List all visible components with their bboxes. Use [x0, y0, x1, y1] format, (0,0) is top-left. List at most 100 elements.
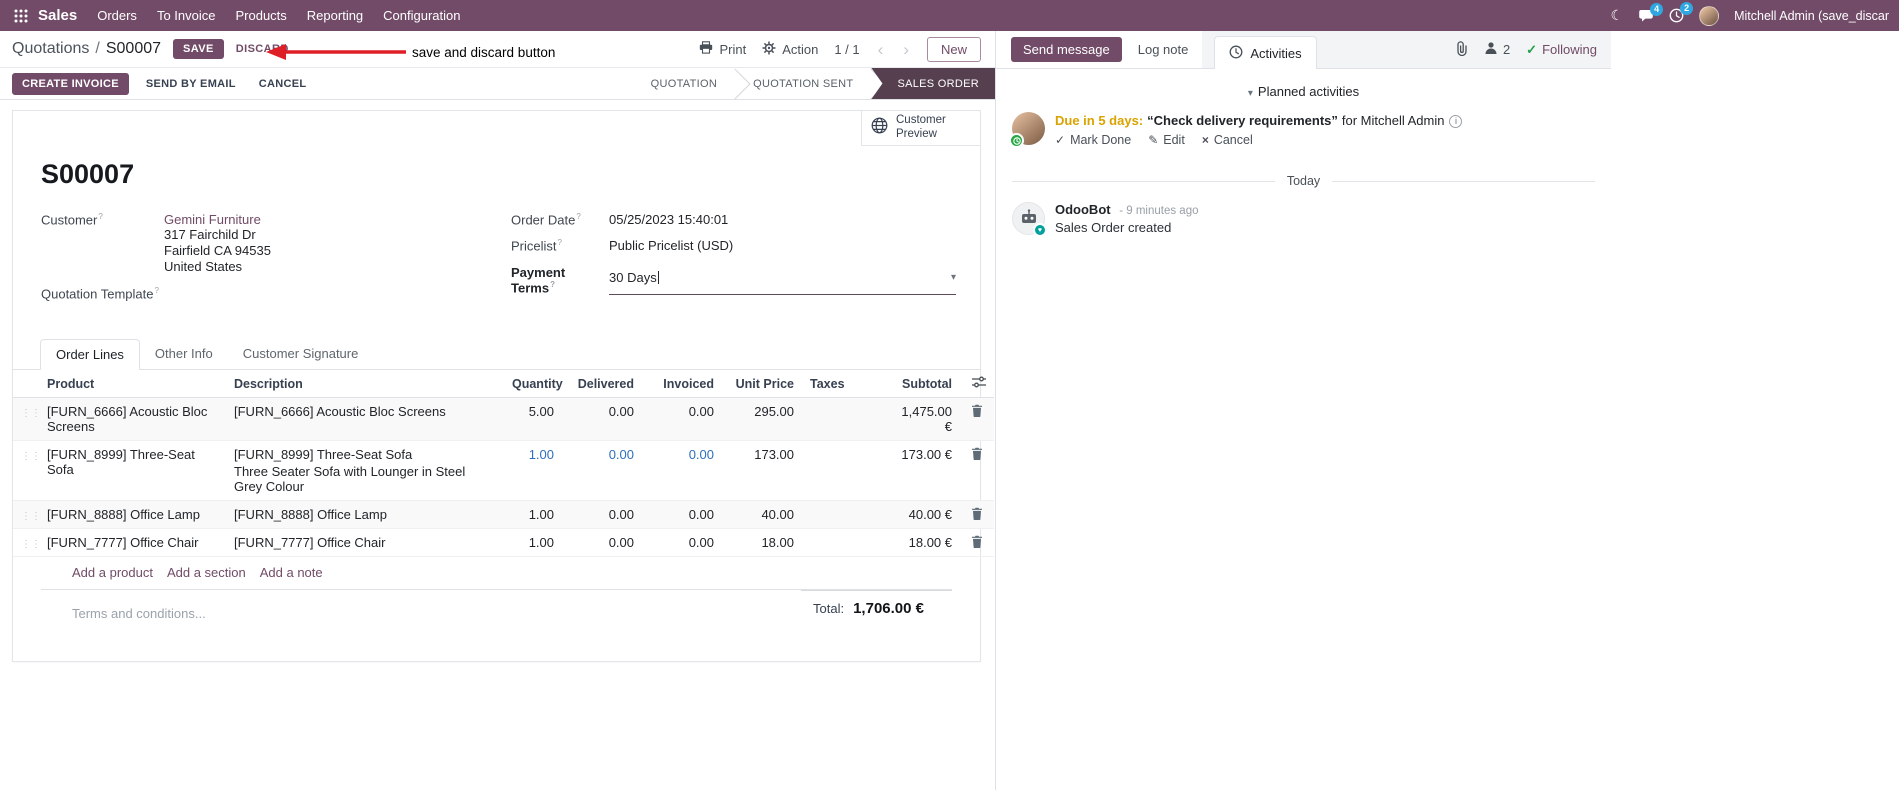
cancel-activity-button[interactable]: × Cancel — [1202, 133, 1253, 147]
menu-orders[interactable]: Orders — [87, 0, 147, 31]
app-name[interactable]: Sales — [38, 7, 77, 24]
add-a-note-link[interactable]: Add a note — [260, 565, 323, 580]
order-date-value[interactable]: 05/25/2023 15:40:01 — [609, 212, 728, 227]
pricelist-value[interactable]: Public Pricelist (USD) — [609, 238, 733, 253]
order-line-row[interactable]: ⋮⋮ [FURN_8888] Office Lamp [FURN_8888] O… — [13, 500, 994, 529]
state-quotation-sent[interactable]: QUOTATION SENT — [735, 68, 871, 99]
cell-unit-price[interactable]: 18.00 — [722, 529, 802, 557]
tab-other-info[interactable]: Other Info — [140, 339, 228, 370]
cell-invoiced[interactable]: 0.00 — [642, 529, 722, 557]
tab-order-lines[interactable]: Order Lines — [40, 339, 140, 371]
user-menu[interactable]: Mitchell Admin (save_discar — [1734, 9, 1889, 23]
delete-row-button[interactable] — [968, 507, 986, 521]
info-icon[interactable]: i — [1449, 115, 1463, 128]
apps-grid-icon[interactable] — [8, 9, 34, 23]
drag-handle-icon[interactable]: ⋮⋮ — [21, 451, 41, 462]
save-button[interactable]: SAVE — [173, 39, 224, 59]
cell-quantity[interactable]: 1.00 — [504, 529, 562, 557]
tab-activities[interactable]: Activities — [1214, 36, 1317, 69]
chatter-panel: Send message Log note Activities 2 ✓ Fol… — [995, 31, 1899, 790]
cell-invoiced[interactable]: 0.00 — [642, 501, 722, 529]
cell-unit-price[interactable]: 40.00 — [722, 501, 802, 529]
terms-and-conditions-placeholder[interactable]: Terms and conditions... — [41, 590, 206, 621]
column-settings-icon[interactable] — [960, 370, 994, 399]
pager-prev-button[interactable]: ‹ — [876, 41, 886, 58]
dropdown-caret-icon[interactable]: ▾ — [951, 272, 956, 283]
cell-quantity[interactable]: 1.00 — [504, 441, 562, 501]
cell-product[interactable]: [FURN_7777] Office Chair — [39, 529, 226, 557]
drag-handle-icon[interactable]: ⋮⋮ — [21, 408, 41, 419]
drag-handle-icon[interactable]: ⋮⋮ — [21, 511, 41, 522]
attachments-button[interactable] — [1455, 40, 1468, 59]
send-message-button[interactable]: Send message — [1011, 37, 1122, 62]
add-a-product-link[interactable]: Add a product — [72, 565, 153, 580]
cell-product[interactable]: [FURN_8999] Three-Seat Sofa — [39, 441, 226, 501]
messages-icon[interactable]: 4 — [1638, 2, 1664, 23]
activities-clock-icon[interactable]: 2 — [1669, 2, 1694, 23]
following-label: Following — [1542, 42, 1597, 57]
cell-delivered[interactable]: 0.00 — [562, 529, 642, 557]
message-timestamp: - 9 minutes ago — [1119, 205, 1199, 217]
user-avatar[interactable] — [1699, 5, 1720, 26]
cell-invoiced[interactable]: 0.00 — [642, 398, 722, 441]
order-line-row[interactable]: ⋮⋮ [FURN_6666] Acoustic Bloc Screens [FU… — [13, 397, 994, 441]
cell-taxes[interactable] — [802, 501, 884, 529]
cell-description[interactable]: [FURN_7777] Office Chair — [226, 529, 504, 557]
cell-quantity[interactable]: 5.00 — [504, 398, 562, 441]
menu-reporting[interactable]: Reporting — [297, 0, 373, 31]
cell-delivered[interactable]: 0.00 — [562, 398, 642, 441]
planned-activities-header[interactable]: ▾ Planned activities — [996, 84, 1611, 99]
action-button[interactable]: Action — [762, 41, 818, 58]
breadcrumb-quotations[interactable]: Quotations — [12, 40, 89, 58]
drag-handle-icon[interactable]: ⋮⋮ — [21, 539, 41, 550]
mark-done-button[interactable]: ✓ Mark Done — [1055, 133, 1131, 147]
create-invoice-button[interactable]: CREATE INVOICE — [12, 72, 129, 95]
cell-taxes[interactable] — [802, 398, 884, 441]
cell-delivered[interactable]: 0.00 — [562, 441, 642, 501]
customer-preview-button[interactable]: Customer Preview — [861, 111, 980, 146]
cell-taxes[interactable] — [802, 441, 884, 501]
customer-link[interactable]: Gemini Furniture — [164, 212, 261, 227]
add-a-section-link[interactable]: Add a section — [167, 565, 246, 580]
customer-field: Customer? Gemini Furniture 317 Fairchild… — [41, 212, 511, 275]
send-by-email-button[interactable]: SEND BY EMAIL — [140, 73, 242, 95]
cell-unit-price[interactable]: 295.00 — [722, 398, 802, 441]
menu-products[interactable]: Products — [225, 0, 296, 31]
delete-row-button[interactable] — [968, 447, 986, 461]
cell-product[interactable]: [FURN_8888] Office Lamp — [39, 501, 226, 529]
cell-taxes[interactable] — [802, 529, 884, 557]
cell-product[interactable]: [FURN_6666] Acoustic Bloc Screens — [39, 398, 226, 441]
menu-configuration[interactable]: Configuration — [373, 0, 470, 31]
print-button[interactable]: Print — [699, 41, 746, 57]
followers-button[interactable]: 2 — [1484, 41, 1510, 58]
payment-terms-label: Payment Terms? — [511, 264, 566, 295]
edit-activity-button[interactable]: ✎ Edit — [1148, 133, 1185, 147]
main-column: Quotations / S00007 SAVE DISCARD Print A… — [0, 31, 995, 790]
state-sales-order[interactable]: SALES ORDER — [871, 68, 995, 99]
cell-description[interactable]: [FURN_8888] Office Lamp — [226, 501, 504, 529]
annotation-arrow — [266, 44, 406, 60]
state-quotation[interactable]: QUOTATION — [633, 68, 735, 99]
order-line-row[interactable]: ⋮⋮ [FURN_7777] Office Chair [FURN_7777] … — [13, 529, 994, 557]
dark-mode-moon-icon[interactable]: ☾ — [1611, 7, 1624, 24]
tab-customer-signature[interactable]: Customer Signature — [228, 339, 374, 370]
delete-row-button[interactable] — [968, 404, 986, 418]
action-label: Action — [782, 41, 819, 57]
delete-row-button[interactable] — [968, 535, 986, 549]
quotation-template-field[interactable]: Quotation Template? — [41, 286, 511, 301]
pager-next-button[interactable]: › — [901, 41, 911, 58]
cell-description[interactable]: [FURN_8999] Three-Seat Sofa Three Seater… — [226, 441, 504, 501]
order-line-row[interactable]: ⋮⋮ [FURN_8999] Three-Seat Sofa [FURN_899… — [13, 441, 994, 501]
payment-terms-input[interactable]: 30 Days ▾ — [609, 265, 956, 295]
cell-description[interactable]: [FURN_6666] Acoustic Bloc Screens — [226, 398, 504, 441]
new-button[interactable]: New — [926, 36, 981, 62]
log-note-button[interactable]: Log note — [1138, 42, 1189, 57]
cell-delivered[interactable]: 0.00 — [562, 501, 642, 529]
message-author[interactable]: OdooBot — [1055, 202, 1111, 217]
cell-quantity[interactable]: 1.00 — [504, 501, 562, 529]
cell-invoiced[interactable]: 0.00 — [642, 441, 722, 501]
menu-to-invoice[interactable]: To Invoice — [147, 0, 226, 31]
cell-unit-price[interactable]: 173.00 — [722, 441, 802, 501]
following-button[interactable]: ✓ Following — [1526, 42, 1597, 58]
cancel-button[interactable]: CANCEL — [253, 73, 313, 95]
